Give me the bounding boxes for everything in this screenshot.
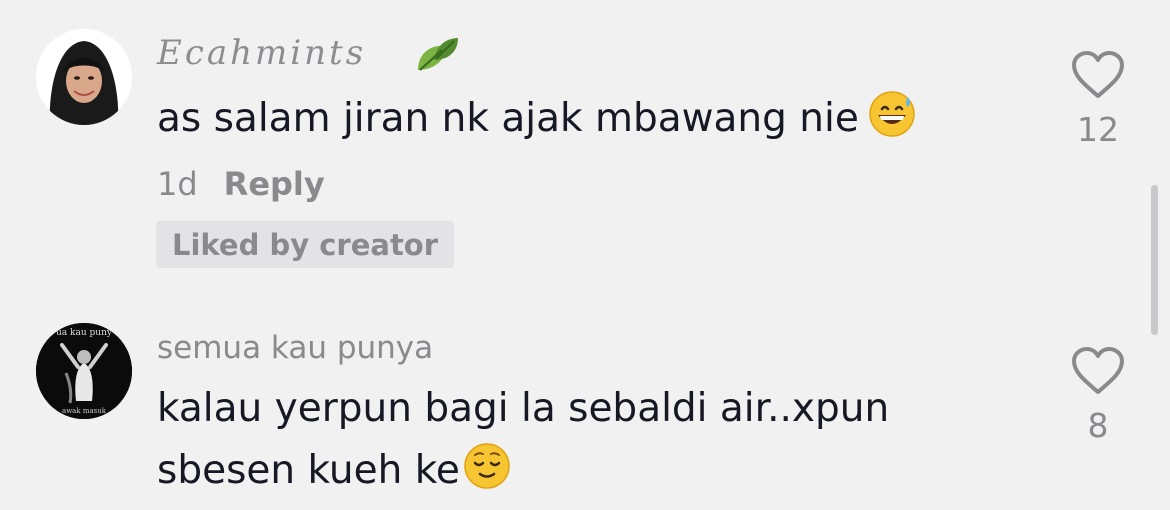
comment-username[interactable]: semua kau punya — [157, 330, 433, 366]
heart-icon[interactable] — [1070, 50, 1126, 100]
avatar-caption-bottom: awak masuk — [62, 407, 107, 415]
comment-text-content: as salam jiran nk ajak mbawang nie — [157, 96, 859, 141]
avatar[interactable] — [36, 29, 132, 125]
scrollbar[interactable] — [1151, 185, 1158, 335]
comment-text: as salam jiran nk ajak mbawang nie — [157, 88, 917, 150]
grinning-sweat-emoji-icon — [869, 91, 915, 137]
comment-username[interactable]: Ecahmints — [157, 33, 366, 73]
like-count: 12 — [1077, 110, 1119, 149]
avatar-caption-top: ua kau puny — [56, 328, 113, 338]
comment-text: kalau yerpun bagi la sebaldi air..xpun s… — [157, 378, 889, 502]
comment-item: Ecahmints as salam jiran nk ajak mbawang… — [0, 0, 1170, 290]
comment-meta: 1d Reply — [157, 162, 325, 206]
comments-panel: Ecahmints as salam jiran nk ajak mbawang… — [0, 0, 1170, 510]
reply-button[interactable]: Reply — [224, 165, 325, 203]
like-count: 8 — [1087, 406, 1109, 445]
avatar[interactable]: ua kau puny awak masuk — [36, 323, 132, 419]
relieved-face-emoji-icon — [464, 443, 510, 489]
comment-text-line-2-content: sbesen kueh ke — [157, 448, 460, 493]
heart-icon[interactable] — [1070, 346, 1126, 396]
woman-hijab-avatar-image — [36, 29, 132, 125]
liked-by-creator-badge: Liked by creator — [156, 221, 455, 268]
dark-photo-avatar-image: ua kau puny awak masuk — [36, 323, 132, 419]
comment-text-line-1: kalau yerpun bagi la sebaldi air..xpun — [157, 386, 890, 431]
like-column: 12 — [1062, 50, 1134, 149]
comment-item: ua kau puny awak masuk semua kau punya k… — [0, 290, 1170, 510]
leaf-icon — [418, 38, 458, 71]
like-column: 8 — [1062, 346, 1134, 445]
comment-text-line-2: sbesen kueh ke — [157, 440, 889, 502]
comment-timestamp: 1d — [157, 165, 198, 203]
